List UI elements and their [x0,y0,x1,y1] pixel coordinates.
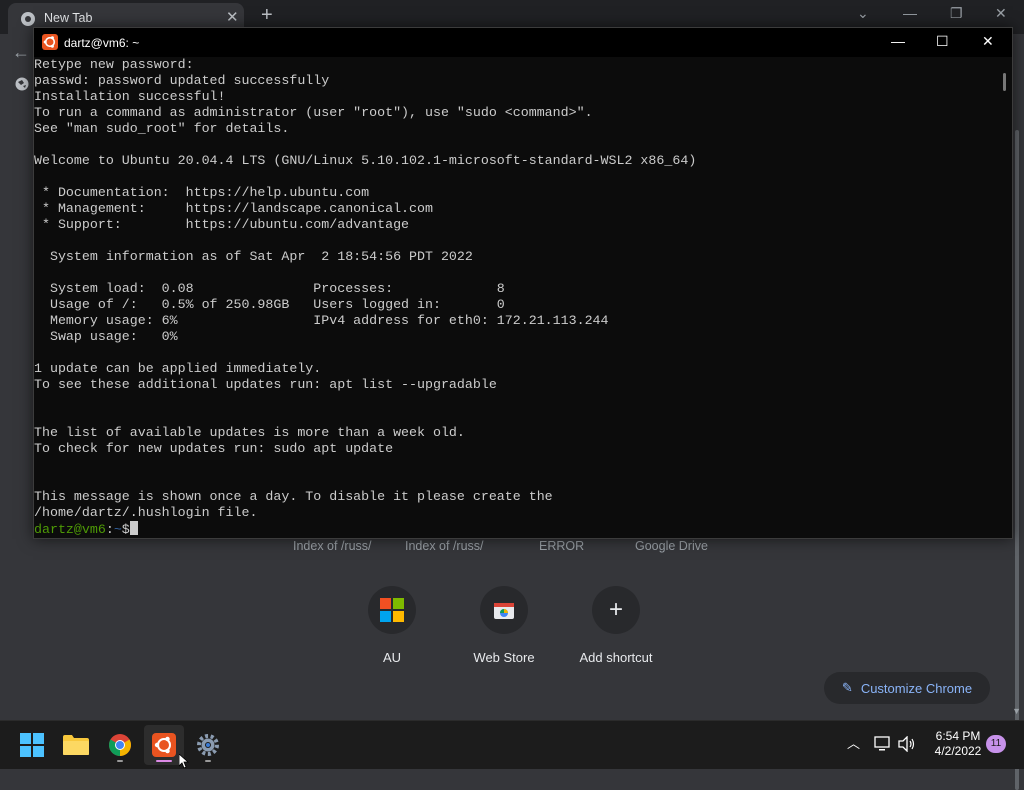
microsoft-logo-icon [380,598,404,622]
start-button[interactable] [12,725,52,765]
terminal-minimize-icon[interactable]: — [891,33,905,49]
terminal-close-icon[interactable]: ✕ [982,33,994,50]
tile-icon-container [480,586,528,634]
terminal-window[interactable]: dartz@vm6: ~ — ☐ ✕ Retype new password: p… [33,27,1013,539]
terminal-line: System load: 0.08 Processes: 8 [34,281,505,296]
back-button[interactable]: ← [12,42,30,63]
shortcut-title[interactable]: ERROR [539,539,584,553]
terminal-line: To see these additional updates run: apt… [34,377,497,392]
running-indicator [156,760,172,762]
customize-chrome-button[interactable]: ✎ Customize Chrome [824,672,990,704]
taskbar [0,720,1024,769]
taskbar-settings[interactable] [188,725,228,765]
chrome-favicon-icon [21,12,35,26]
minimize-icon[interactable]: — [903,5,917,21]
scroll-down-arrow-icon[interactable]: ▼ [1012,706,1021,716]
terminal-line: System information as of Sat Apr 2 18:54… [34,249,473,264]
ubuntu-icon [152,733,176,757]
terminal-titlebar[interactable]: dartz@vm6: ~ — ☐ ✕ [34,28,1012,57]
shortcut-tile-web-store[interactable]: Web Store [456,586,552,665]
ubuntu-icon [42,34,58,50]
prompt-path: ~ [113,522,122,537]
terminal-line: To check for new updates run: sudo apt u… [34,441,394,456]
scrollbar-thumb[interactable] [1015,130,1019,790]
terminal-line: Memory usage: 6% IPv4 address for eth0: … [34,313,609,328]
shortcut-title[interactable]: Google Drive [635,539,708,553]
web-store-icon [494,603,514,619]
volume-icon[interactable] [898,736,916,752]
terminal-line: * Support: https://ubuntu.com/advantage [34,217,410,232]
terminal-prompt[interactable]: dartz@vm6:~$ [34,521,994,537]
terminal-line: /home/dartz/.hushlogin file. [34,505,258,520]
terminal-maximize-icon[interactable]: ☐ [936,33,949,50]
tile-icon-container: + [592,586,640,634]
terminal-line: The list of available updates is more th… [34,425,465,440]
tab-close-icon[interactable]: ✕ [226,8,239,26]
terminal-output[interactable]: Retype new password: passwd: password upd… [34,57,994,537]
system-clock[interactable]: 6:54 PM 4/2/2022 [928,729,988,759]
tile-label: Web Store [473,650,535,665]
taskbar-file-explorer[interactable] [56,725,96,765]
new-tab-button[interactable]: + [261,4,273,27]
prompt-symbol: $ [121,522,130,537]
terminal-line: Installation successful! [34,89,226,104]
tile-label: AU [382,650,402,665]
terminal-line: Retype new password: [34,57,194,72]
close-icon[interactable]: ✕ [995,5,1007,22]
prompt-user: dartz@vm6 [34,522,106,537]
terminal-line: * Documentation: https://help.ubuntu.com [34,185,370,200]
tab-search-icon[interactable]: ⌄ [857,5,869,22]
terminal-line: 1 update can be applied immediately. [34,361,322,376]
start-icon [20,733,44,757]
clock-time: 6:54 PM [935,729,981,743]
terminal-line: passwd: password updated successfully [34,73,330,88]
text-cursor [129,521,138,535]
pencil-icon: ✎ [841,680,853,695]
clock-date: 4/2/2022 [934,744,982,758]
notification-count-badge[interactable]: 11 [986,735,1006,753]
globe-icon[interactable] [15,77,29,91]
network-icon[interactable] [874,736,892,752]
plus-icon: + [608,596,623,623]
terminal-scrollbar-thumb[interactable] [1003,73,1006,91]
mouse-cursor-icon [179,754,189,768]
prompt-separator: : [105,522,114,537]
add-shortcut-tile[interactable]: + Add shortcut [568,586,664,665]
taskbar-ubuntu[interactable] [144,725,184,765]
running-indicator [205,760,211,762]
running-indicator [117,760,123,762]
terminal-line: See "man sudo_root" for details. [34,121,290,136]
file-explorer-icon [63,735,89,755]
terminal-line: Usage of /: 0.5% of 250.98GB Users logge… [34,297,505,312]
terminal-line: Welcome to Ubuntu 20.04.4 LTS (GNU/Linux… [34,153,697,168]
terminal-line: To run a command as administrator (user … [34,105,593,120]
shortcut-title[interactable]: Index of /russ/ [293,539,372,553]
chrome-icon [109,734,131,756]
shortcut-tile-au[interactable]: AU [344,586,440,665]
show-hidden-icons-chevron-icon[interactable]: ︿ [847,733,860,752]
shortcut-title[interactable]: Index of /russ/ [405,539,484,553]
customize-label: Customize Chrome [860,680,973,696]
tile-icon-container [368,586,416,634]
terminal-title: dartz@vm6: ~ [64,36,140,50]
taskbar-chrome[interactable] [100,725,140,765]
terminal-line: * Management: https://landscape.canonica… [34,201,433,216]
tile-label: Add shortcut [579,650,653,665]
settings-icon [197,734,219,756]
tab-title: New Tab [44,11,93,25]
terminal-line: This message is shown once a day. To dis… [34,489,553,504]
terminal-line: Swap usage: 0% [34,329,178,344]
restore-icon[interactable]: ❐ [950,5,963,22]
